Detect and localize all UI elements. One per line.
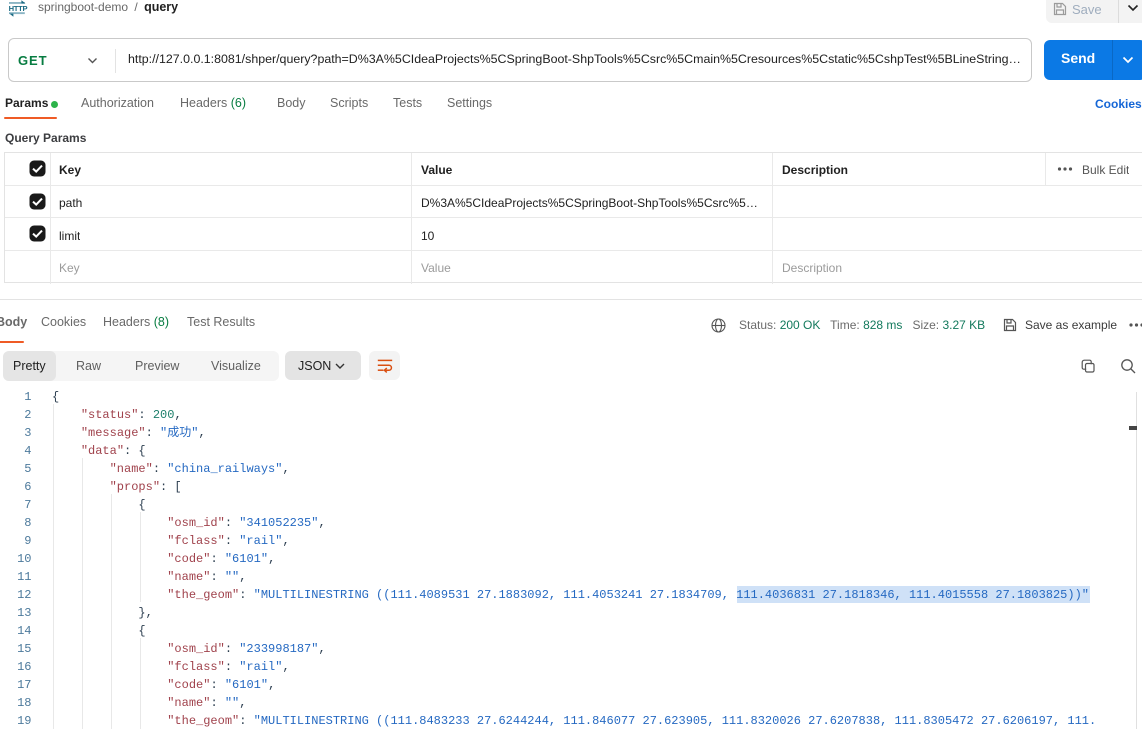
svg-text:HTTP: HTTP bbox=[9, 4, 28, 13]
